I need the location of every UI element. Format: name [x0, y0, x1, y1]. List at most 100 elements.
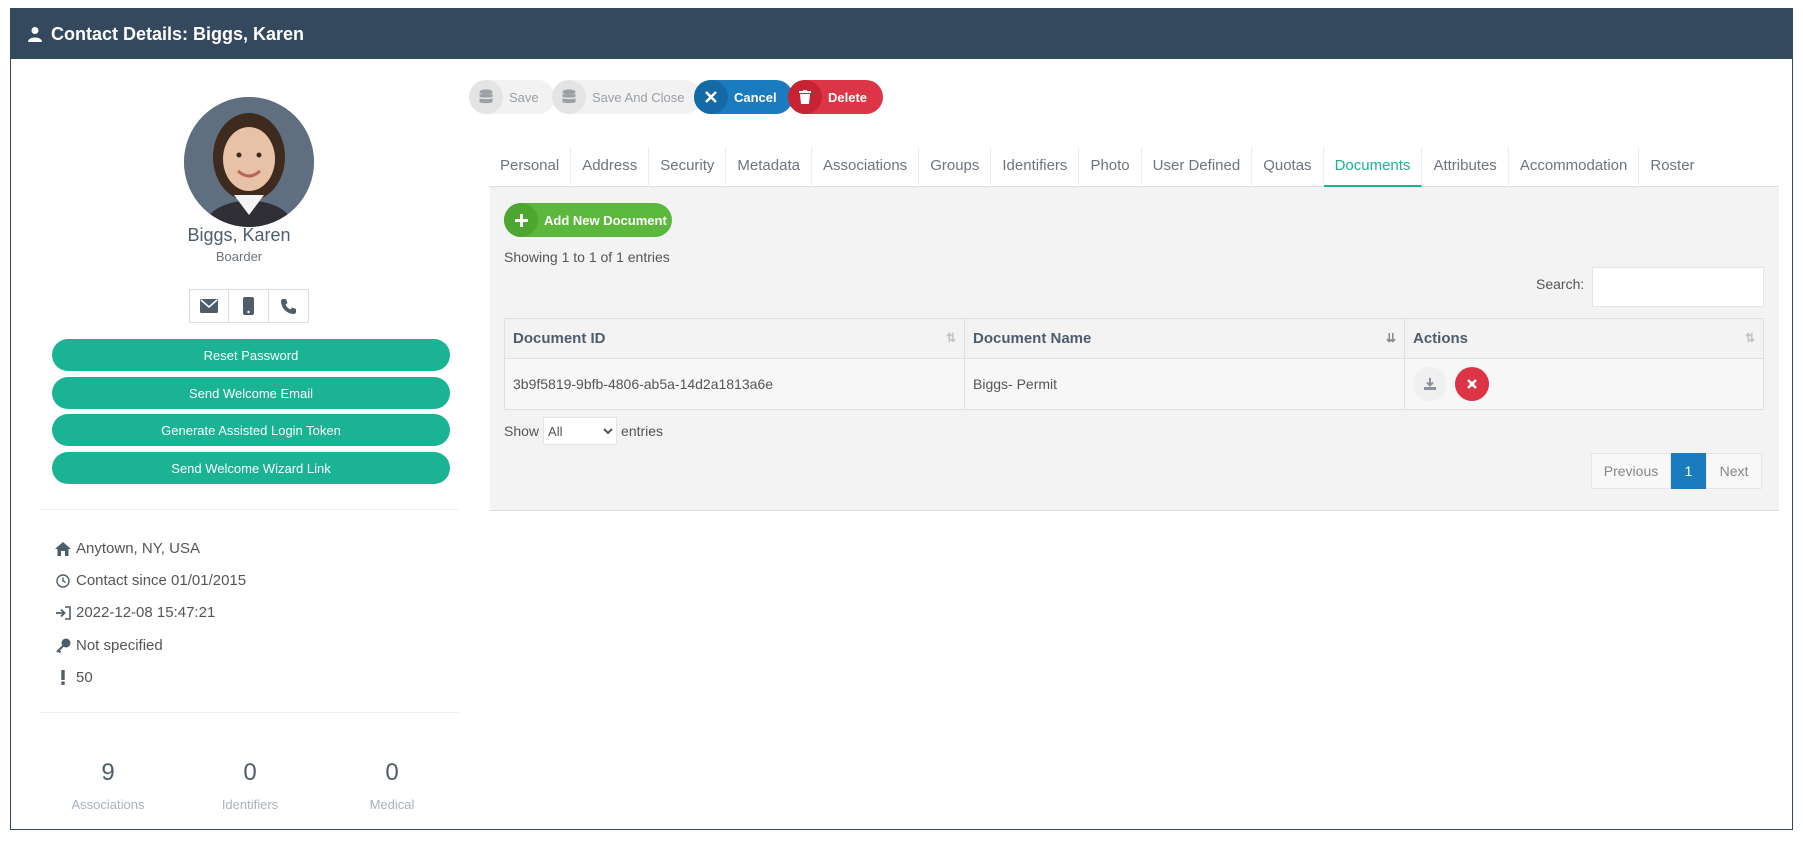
- tab-attributes[interactable]: Attributes: [1422, 147, 1509, 187]
- avatar: [184, 97, 314, 227]
- stat-value: 0: [385, 759, 399, 786]
- column-header-document-id[interactable]: Document ID ⇅: [504, 318, 965, 359]
- mobile-button[interactable]: [229, 289, 269, 323]
- phone-icon: [281, 298, 296, 314]
- exclamation-icon: [53, 670, 73, 685]
- save-button[interactable]: Save: [469, 80, 555, 114]
- stat-value: 9: [101, 759, 115, 786]
- next-page-button[interactable]: Next: [1706, 453, 1762, 489]
- documents-panel: Add New Document Showing 1 to 1 of 1 ent…: [490, 187, 1779, 511]
- tab-groups[interactable]: Groups: [919, 147, 992, 187]
- showing-entries-text: Showing 1 to 1 of 1 entries: [504, 249, 670, 265]
- stat-label: Medical: [369, 797, 415, 812]
- contact-since-text: Contact since 01/01/2015: [76, 572, 247, 589]
- column-label: Actions: [1413, 330, 1469, 347]
- info-contact-since: Contact since 01/01/2015: [53, 572, 246, 589]
- plus-icon: [504, 203, 538, 237]
- last-login-text: 2022-12-08 15:47:21: [76, 604, 216, 621]
- close-icon: [694, 80, 728, 114]
- search-label: Search:: [1536, 276, 1585, 292]
- column-header-document-name[interactable]: Document Name ⇊: [964, 318, 1405, 359]
- table-header-row: Document ID ⇅ Document Name ⇊ Actions ⇅: [504, 318, 1764, 359]
- cell-actions: [1404, 358, 1764, 410]
- info-location: Anytown, NY, USA: [53, 540, 200, 557]
- database-icon: [469, 80, 503, 114]
- contact-name: Biggs, Karen: [187, 225, 291, 245]
- panel-header: Contact Details: Biggs, Karen: [11, 9, 1792, 59]
- delete-button[interactable]: Delete: [788, 80, 884, 114]
- tab-roster[interactable]: Roster: [1639, 147, 1705, 187]
- table-row: 3b9f5819-9bfb-4806-ab5a-14d2a1813a6e Big…: [504, 358, 1764, 410]
- tab-quotas[interactable]: Quotas: [1252, 147, 1324, 187]
- pagination: Previous 1 Next: [1591, 453, 1762, 489]
- stat-identifiers: 0 Identifiers: [190, 759, 310, 812]
- reset-password-button[interactable]: Reset Password: [52, 339, 450, 371]
- stat-associations: 9 Associations: [48, 759, 168, 812]
- column-label: Document ID: [513, 330, 606, 347]
- tab-accommodation[interactable]: Accommodation: [1509, 147, 1640, 187]
- page-length-select[interactable]: All: [543, 417, 618, 445]
- page-length-control: Show All entries: [504, 417, 663, 445]
- column-label: Document Name: [973, 330, 1092, 347]
- previous-page-button[interactable]: Previous: [1591, 453, 1671, 489]
- cancel-label: Cancel: [734, 89, 777, 105]
- user-icon: [28, 27, 42, 42]
- info-last-login: 2022-12-08 15:47:21: [53, 604, 215, 621]
- page-title: Contact Details: Biggs, Karen: [51, 23, 305, 44]
- stat-medical: 0 Medical: [332, 759, 452, 812]
- column-header-actions[interactable]: Actions ⇅: [1404, 318, 1764, 359]
- priority-text: 50: [76, 669, 93, 686]
- tab-user-defined[interactable]: User Defined: [1142, 147, 1253, 187]
- save-and-close-label: Save And Close: [592, 89, 685, 105]
- home-icon: [53, 541, 73, 556]
- clock-icon: [53, 573, 73, 588]
- entries-label: entries: [621, 423, 664, 439]
- stat-label: Associations: [71, 797, 145, 812]
- tab-identifiers[interactable]: Identifiers: [991, 147, 1080, 187]
- sign-in-icon: [53, 605, 73, 620]
- info-password: Not specified: [53, 637, 163, 654]
- search-input[interactable]: [1592, 267, 1764, 307]
- tab-metadata[interactable]: Metadata: [726, 147, 812, 187]
- tab-documents[interactable]: Documents: [1323, 147, 1423, 187]
- add-new-document-button[interactable]: Add New Document: [504, 203, 672, 237]
- show-label: Show: [504, 423, 540, 439]
- tab-bar: Personal Address Security Metadata Assoc…: [489, 147, 1779, 187]
- sort-ascending-icon: ⇊: [1385, 331, 1396, 345]
- tab-photo[interactable]: Photo: [1079, 147, 1142, 187]
- download-icon: [1424, 378, 1436, 390]
- info-priority: 50: [53, 669, 93, 686]
- send-wizard-link-button[interactable]: Send Welcome Wizard Link: [52, 452, 450, 484]
- phone-button[interactable]: [269, 289, 309, 323]
- sort-icon: ⇅: [1744, 331, 1755, 345]
- stat-label: Identifiers: [221, 797, 279, 812]
- save-label: Save: [509, 89, 539, 105]
- email-button[interactable]: [189, 289, 229, 323]
- tab-address[interactable]: Address: [571, 147, 650, 187]
- send-welcome-email-button[interactable]: Send Welcome Email: [52, 377, 450, 409]
- add-new-document-label: Add New Document: [544, 212, 667, 228]
- tab-security[interactable]: Security: [649, 147, 727, 187]
- password-text: Not specified: [76, 637, 163, 654]
- contact-role: Boarder: [215, 249, 263, 264]
- tab-personal[interactable]: Personal: [489, 147, 572, 187]
- divider: [39, 509, 459, 510]
- location-text: Anytown, NY, USA: [76, 540, 200, 557]
- delete-document-button[interactable]: [1454, 367, 1489, 401]
- cell-document-id: 3b9f5819-9bfb-4806-ab5a-14d2a1813a6e: [504, 358, 965, 410]
- close-icon: [1466, 379, 1477, 389]
- tab-associations[interactable]: Associations: [812, 147, 920, 187]
- save-and-close-button[interactable]: Save And Close: [552, 80, 701, 114]
- database-icon: [552, 80, 586, 114]
- sort-icon: ⇅: [945, 331, 956, 345]
- trash-icon: [788, 80, 822, 114]
- stat-value: 0: [243, 759, 257, 786]
- download-button[interactable]: [1413, 367, 1447, 401]
- contact-details-panel: Contact Details: Biggs, Karen Biggs, Kar…: [10, 8, 1793, 830]
- delete-label: Delete: [828, 89, 868, 105]
- page-1-button[interactable]: 1: [1671, 453, 1706, 489]
- generate-login-token-button[interactable]: Generate Assisted Login Token: [52, 414, 450, 446]
- mobile-phone-icon: [243, 297, 254, 315]
- cancel-button[interactable]: Cancel: [694, 80, 793, 114]
- profile-sidebar: Biggs, Karen Boarder Reset Password Send…: [29, 59, 459, 829]
